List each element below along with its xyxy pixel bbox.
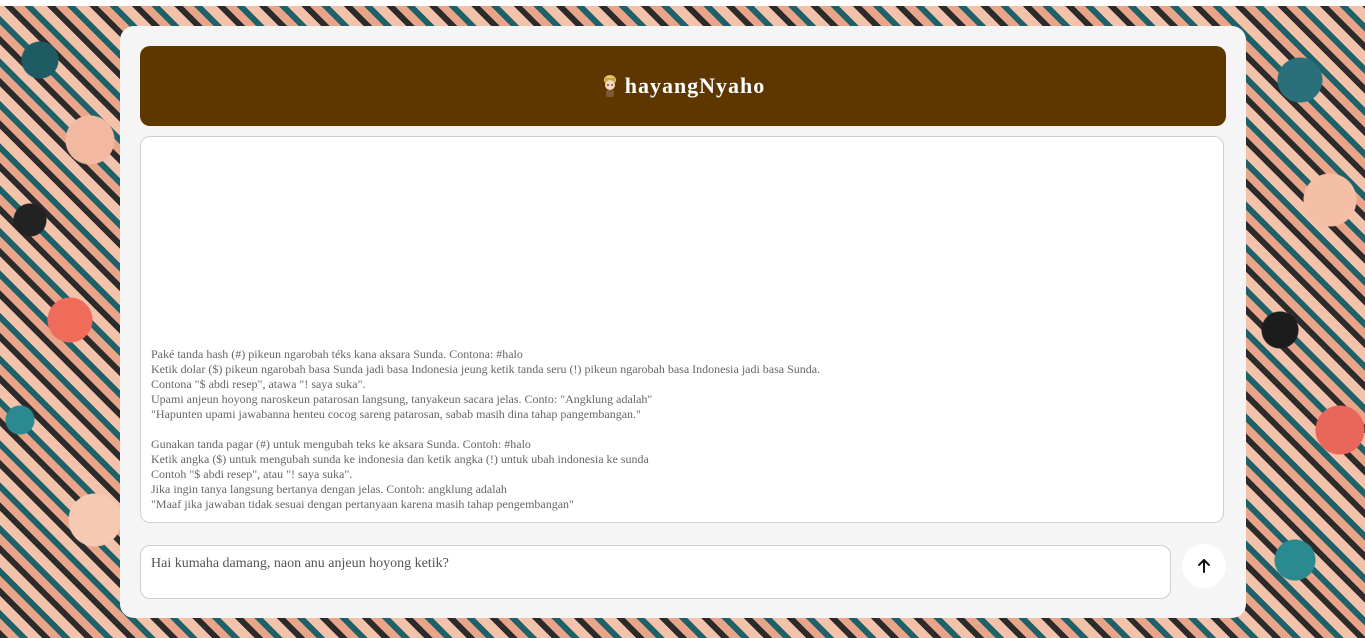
instruction-line: "Hapunten upami jawabanna henteu cocog s… — [151, 407, 641, 421]
instruction-line: Upami anjeun hoyong naroskeun patarosan … — [151, 392, 653, 406]
instructions-text: Paké tanda hash (#) pikeun ngarobah téks… — [151, 347, 820, 512]
instruction-line: "Maaf jika jawaban tidak sesuai dengan p… — [151, 497, 574, 511]
instruction-line: Ketik angka ($) untuk mengubah sunda ke … — [151, 452, 649, 466]
instruction-line: Paké tanda hash (#) pikeun ngarobah téks… — [151, 347, 523, 361]
top-strip — [0, 0, 1365, 6]
chat-messages-panel: Paké tanda hash (#) pikeun ngarobah téks… — [140, 136, 1224, 523]
message-input[interactable] — [141, 546, 1170, 598]
instruction-line: Contona "$ abdi resep", atawa "! saya su… — [151, 377, 366, 391]
mascot-icon — [603, 75, 616, 97]
instruction-line: Gunakan tanda pagar (#) untuk mengubah t… — [151, 437, 531, 451]
chat-app-card: hayangNyaho Paké tanda hash (#) pikeun n… — [120, 26, 1246, 618]
send-button[interactable] — [1182, 544, 1226, 588]
app-title: hayangNyaho — [624, 73, 766, 98]
instruction-line: Ketik dolar ($) pikeun ngarobah basa Sun… — [151, 362, 821, 376]
message-input-container — [140, 545, 1171, 599]
app-header: hayangNyaho — [140, 46, 1226, 126]
header-title-group: hayangNyaho — [601, 73, 766, 99]
instruction-line: Jika ingin tanya langsung bertanya denga… — [151, 482, 507, 496]
arrow-up-icon — [1198, 559, 1210, 573]
instruction-line — [151, 422, 820, 437]
instruction-line: Contoh "$ abdi resep", atau "! saya suka… — [151, 467, 353, 481]
